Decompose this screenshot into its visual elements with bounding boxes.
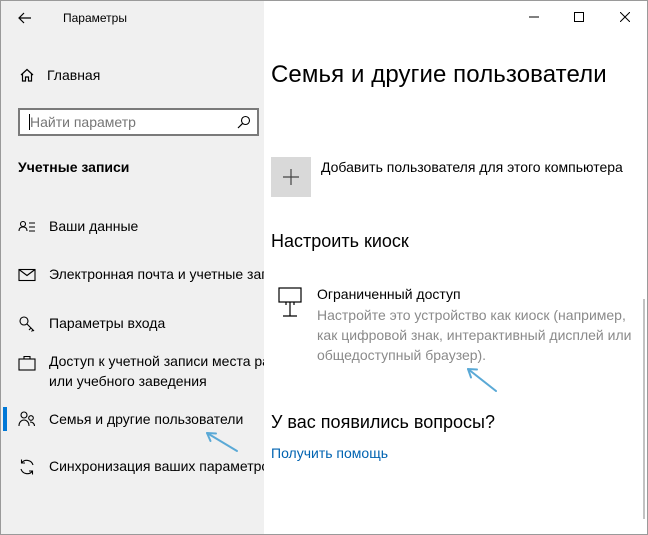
sidebar-item-work-access[interactable]: Доступ к учетной записи места работы или… bbox=[1, 351, 264, 393]
settings-window: Параметры Главная Учетные записи bbox=[0, 0, 648, 535]
kiosk-icon bbox=[278, 287, 302, 317]
kiosk-item-name: Ограниченный доступ bbox=[317, 286, 461, 302]
back-arrow-icon bbox=[18, 12, 31, 24]
home-icon bbox=[19, 67, 35, 83]
minimize-icon bbox=[529, 16, 539, 18]
home-nav-item[interactable]: Главная bbox=[19, 65, 100, 85]
app-title: Параметры bbox=[63, 11, 127, 25]
briefcase-icon bbox=[18, 354, 36, 372]
plus-icon bbox=[283, 169, 299, 185]
maximize-button[interactable] bbox=[556, 1, 602, 33]
close-icon bbox=[620, 12, 630, 22]
sidebar-item-sign-in-options[interactable]: Параметры входа bbox=[1, 313, 264, 335]
user-card-icon bbox=[18, 218, 36, 236]
sidebar-item-label-line2: или учебного заведения bbox=[49, 373, 207, 389]
people-icon bbox=[18, 410, 36, 428]
search-input[interactable] bbox=[30, 112, 230, 132]
assigned-access-item[interactable]: Ограниченный доступ Настройте это устрой… bbox=[271, 283, 641, 393]
back-button[interactable] bbox=[11, 7, 39, 29]
sidebar-item-sync-settings[interactable]: Синхронизация ваших параметров bbox=[1, 456, 264, 478]
minimize-button[interactable] bbox=[511, 1, 557, 33]
sidebar-item-label: Электронная почта и учетные записи bbox=[49, 266, 264, 282]
close-button[interactable] bbox=[602, 1, 647, 33]
sidebar-item-email[interactable]: Электронная почта и учетные записи bbox=[1, 264, 264, 286]
key-icon bbox=[18, 315, 36, 333]
mail-icon bbox=[18, 266, 36, 284]
sync-icon bbox=[18, 458, 36, 476]
sidebar-item-family-other-users[interactable]: Семья и другие пользователи bbox=[1, 407, 264, 433]
sidebar: Параметры Главная Учетные записи bbox=[1, 1, 264, 534]
kiosk-section-title: Настроить киоск bbox=[271, 231, 409, 251]
sidebar-item-your-info[interactable]: Ваши данные bbox=[1, 216, 264, 238]
search-box[interactable] bbox=[18, 108, 259, 136]
home-label: Главная bbox=[47, 67, 101, 83]
section-title: Учетные записи bbox=[18, 159, 130, 175]
get-help-link[interactable]: Получить помощь bbox=[271, 445, 388, 461]
add-user-button[interactable]: Добавить пользователя для этого компьюте… bbox=[271, 157, 641, 197]
sidebar-item-label: Синхронизация ваших параметров bbox=[49, 458, 264, 474]
sidebar-item-label: Параметры входа bbox=[49, 315, 166, 331]
questions-title: У вас появились вопросы? bbox=[271, 412, 495, 432]
add-user-label: Добавить пользователя для этого компьюте… bbox=[321, 159, 623, 175]
sidebar-item-label: Семья и другие пользователи bbox=[49, 411, 244, 427]
sidebar-item-label: Доступ к учетной записи места работы bbox=[49, 353, 264, 369]
sidebar-item-label: Ваши данные bbox=[49, 218, 139, 234]
scrollbar[interactable] bbox=[643, 299, 645, 519]
add-icon-tile bbox=[271, 157, 311, 197]
selected-indicator bbox=[3, 407, 7, 431]
maximize-icon bbox=[574, 12, 584, 22]
main-content: Семья и другие пользователи Добавить пол… bbox=[264, 1, 647, 534]
kiosk-item-description: Настройте это устройство как киоск (напр… bbox=[317, 307, 632, 363]
search-icon[interactable] bbox=[237, 115, 251, 129]
page-title: Семья и другие пользователи bbox=[271, 61, 607, 88]
